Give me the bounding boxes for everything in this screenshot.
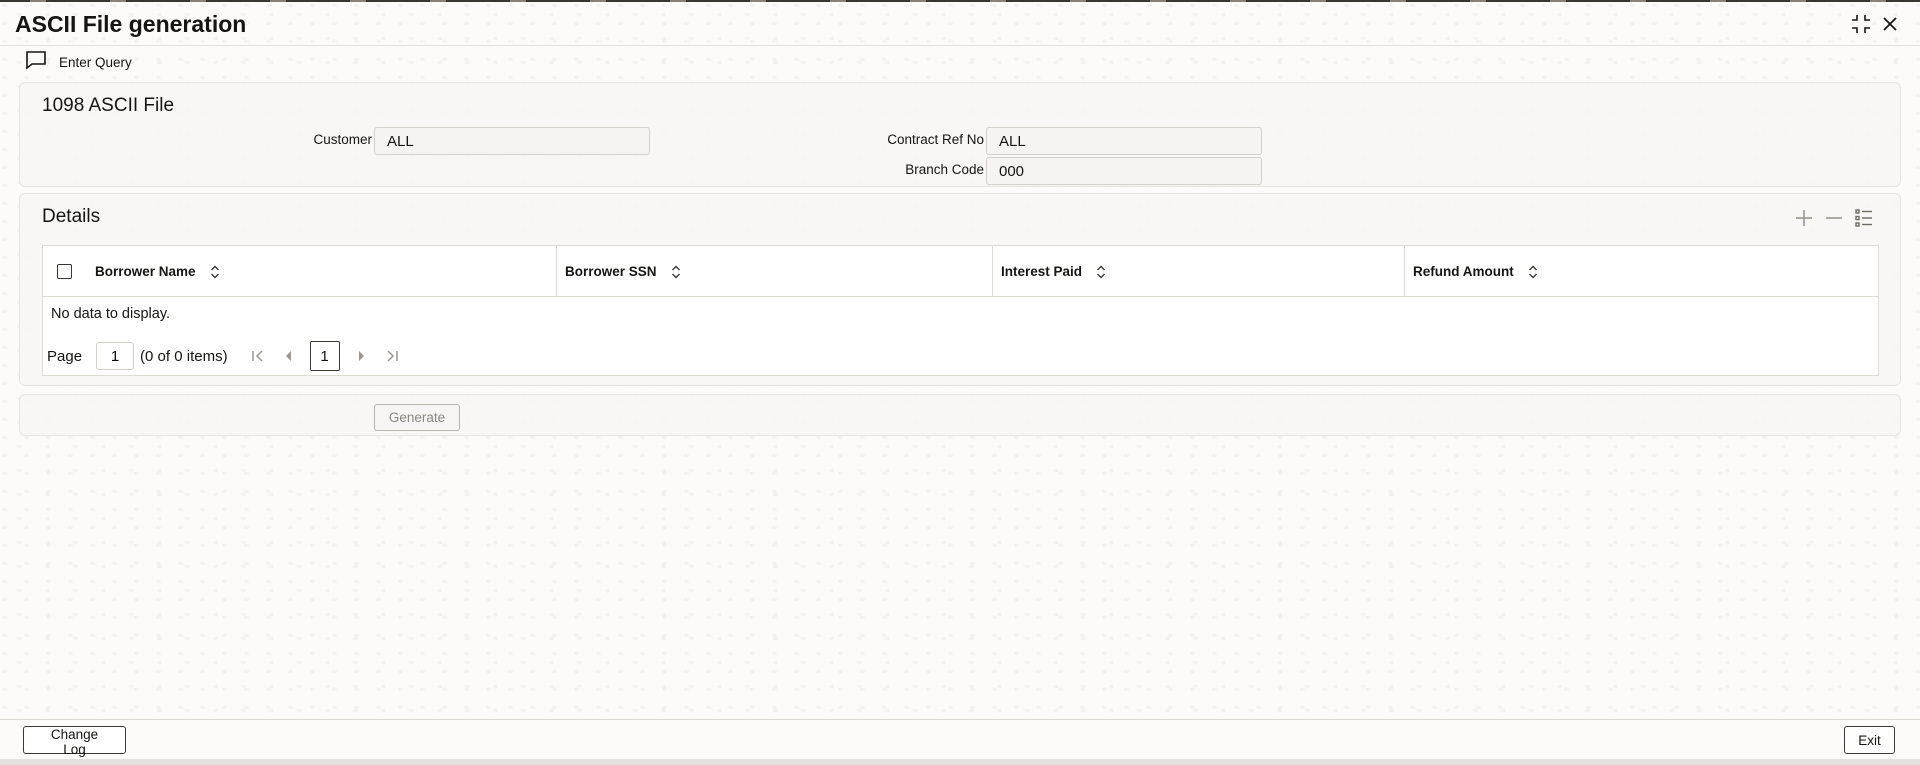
sort-icon[interactable]: [1096, 265, 1106, 279]
bottom-strip: [0, 759, 1920, 765]
select-all-cell: [43, 246, 87, 297]
column-label: Borrower Name: [95, 264, 196, 279]
next-page-icon[interactable]: [354, 348, 370, 364]
pagination: Page (0 of 0 items) 1: [47, 341, 647, 371]
branch-code-input[interactable]: [986, 157, 1262, 185]
grid-toolbar: [1794, 208, 1874, 228]
details-table: Borrower Name Borrower SSN Interest Paid…: [42, 245, 1879, 376]
items-info: (0 of 0 items): [140, 347, 228, 365]
page-input[interactable]: [96, 342, 135, 370]
current-page-button[interactable]: 1: [309, 341, 340, 371]
enter-query-label: Enter Query: [59, 54, 132, 70]
sort-icon[interactable]: [210, 265, 220, 279]
column-borrower-name[interactable]: Borrower Name: [87, 246, 557, 297]
customer-input[interactable]: [374, 127, 650, 155]
sort-icon[interactable]: [1528, 265, 1538, 279]
column-interest-paid[interactable]: Interest Paid: [993, 246, 1405, 297]
contract-ref-input[interactable]: [986, 127, 1262, 155]
footer-bar: Change Log Exit: [0, 719, 1920, 759]
column-refund-amount[interactable]: Refund Amount: [1405, 246, 1878, 297]
close-icon[interactable]: [1878, 12, 1902, 36]
column-label: Borrower SSN: [565, 264, 657, 279]
pager-nav: 1: [250, 341, 400, 371]
generate-button[interactable]: Generate: [374, 404, 460, 431]
last-page-icon[interactable]: [384, 348, 400, 364]
column-label: Interest Paid: [1001, 264, 1083, 279]
change-log-button[interactable]: Change Log: [23, 726, 126, 757]
prev-page-icon[interactable]: [280, 348, 296, 364]
sort-icon[interactable]: [671, 265, 681, 279]
empty-message: No data to display.: [51, 306, 171, 322]
details-title: Details: [42, 206, 101, 227]
window-header: ASCII File generation: [0, 2, 1920, 46]
enter-query-button[interactable]: Enter Query: [25, 50, 132, 75]
page-title: ASCII File generation: [15, 11, 247, 37]
details-panel: Details Borrower Name Borrower SSN Inter…: [19, 193, 1901, 386]
minus-icon[interactable]: [1824, 208, 1844, 228]
toolbar: Enter Query: [0, 47, 1920, 79]
filter-panel: 1098 ASCII File Customer Contract Ref No…: [19, 82, 1901, 187]
contract-ref-label: Contract Ref No: [887, 132, 984, 147]
select-all-checkbox[interactable]: [57, 264, 72, 279]
filter-panel-title: 1098 ASCII File: [42, 95, 175, 116]
first-page-icon[interactable]: [250, 348, 266, 364]
plus-icon[interactable]: [1794, 208, 1814, 228]
chat-bubble-icon: [25, 50, 47, 75]
branch-code-label: Branch Code: [905, 162, 984, 177]
column-borrower-ssn[interactable]: Borrower SSN: [557, 246, 993, 297]
customer-label: Customer: [313, 132, 372, 147]
maximize-icon[interactable]: [1849, 12, 1873, 36]
page-label: Page: [47, 347, 83, 365]
list-icon[interactable]: [1854, 208, 1874, 228]
column-label: Refund Amount: [1413, 264, 1514, 279]
action-panel: Generate: [19, 394, 1901, 436]
table-header: Borrower Name Borrower SSN Interest Paid…: [43, 246, 1878, 297]
exit-button[interactable]: Exit: [1844, 726, 1895, 754]
